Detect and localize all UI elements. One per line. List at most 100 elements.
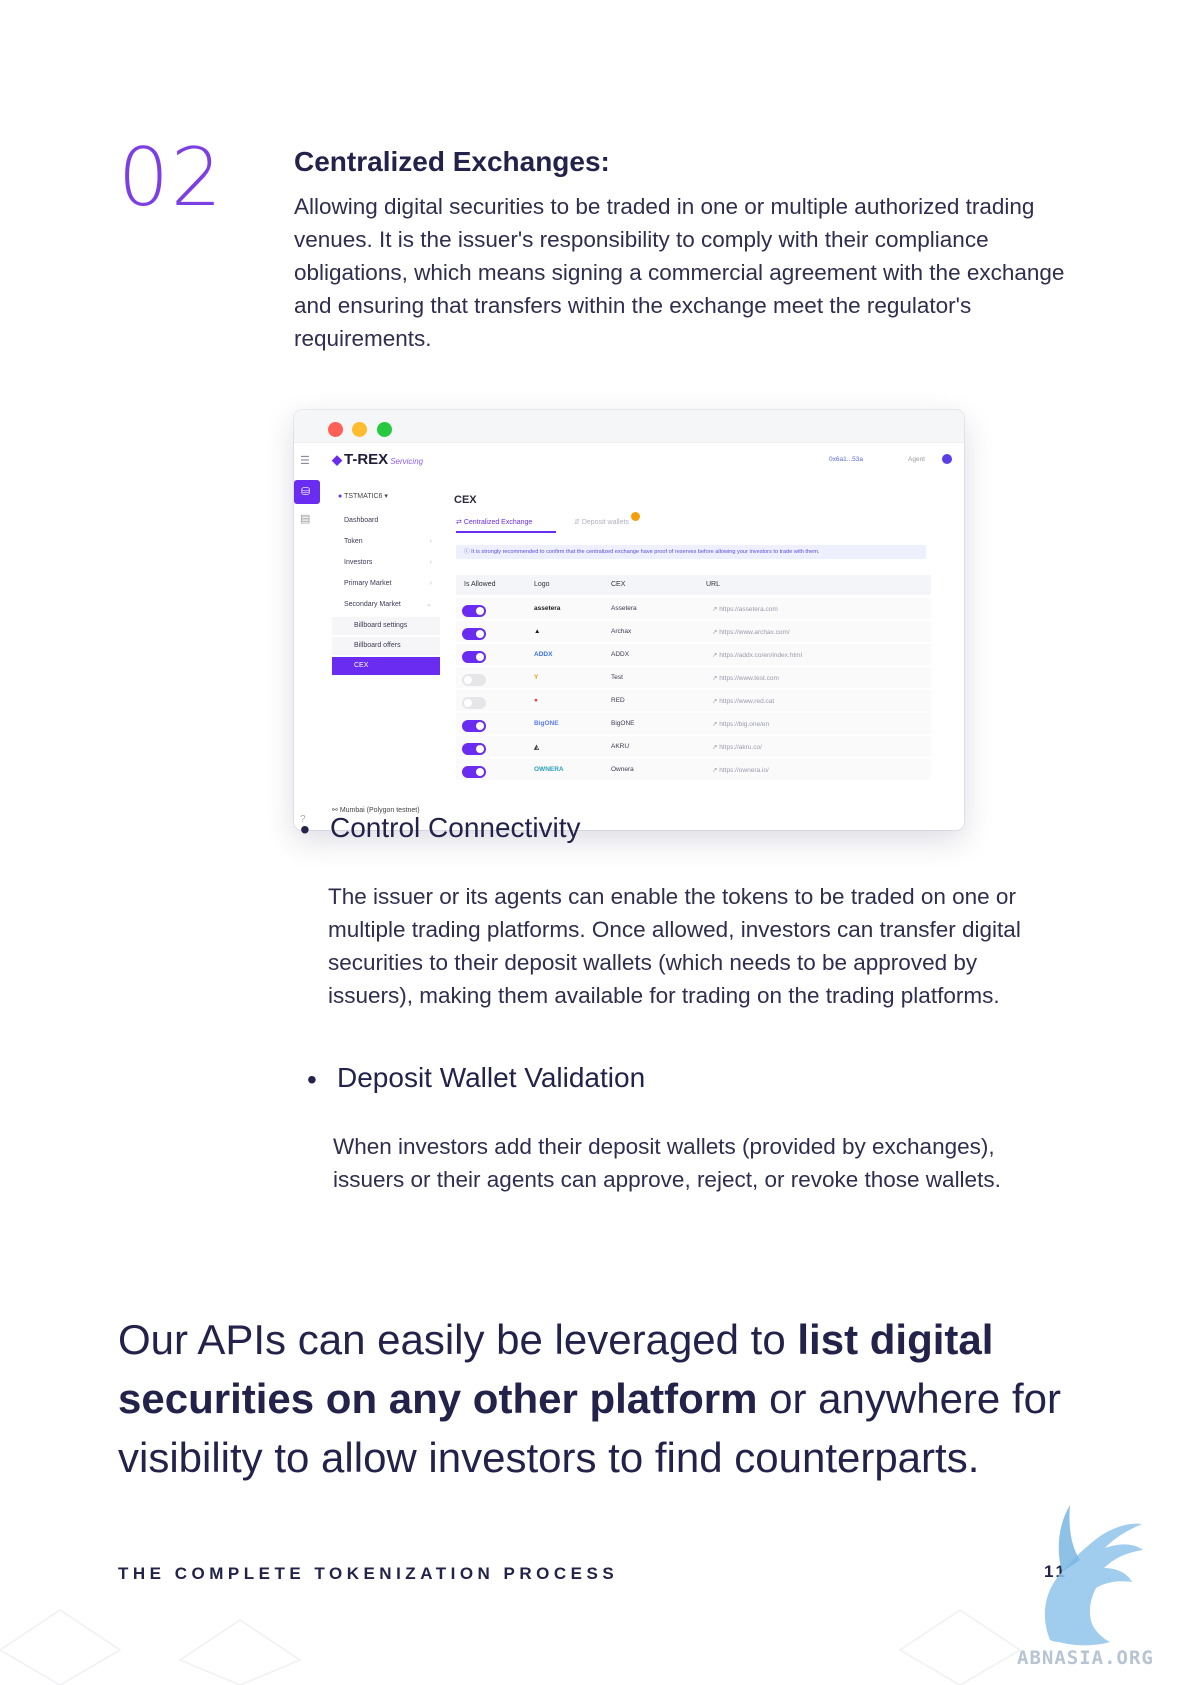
bullet-title: Control Connectivity [330,812,581,843]
allowed-toggle[interactable] [462,720,486,732]
exchange-url[interactable]: ↗ https://www.test.com [712,674,779,682]
allowed-toggle[interactable] [462,743,486,755]
exchange-logo: Y [534,674,539,681]
token-selector-label: TSTMATIC6 [344,493,383,500]
allowed-toggle[interactable] [462,628,486,640]
exchange-url[interactable]: ↗ https://www.red.cat [712,697,774,705]
column-header: CEX [611,581,626,588]
sidebar-item-label: Investors [344,559,373,566]
token-selector[interactable]: ● TSTMATIC6 ▾ [338,492,388,500]
allowed-toggle[interactable] [462,651,486,663]
external-link-icon: ↗ [712,652,718,659]
section-number: 02 [118,131,224,224]
notification-badge [630,512,640,521]
sidebar-item-token[interactable]: Token › [332,533,440,551]
sidebar: ● TSTMATIC6 ▾ Dashboard Token › Investors… [322,472,440,830]
allowed-toggle[interactable] [462,605,486,617]
exchange-name: BigONE [611,720,635,727]
sidebar-item-label: Primary Market [344,580,392,587]
icon-rail: ⛁ ▤ ? [294,472,320,830]
exchange-url[interactable]: ↗ https://addx.co/en/index.html [712,651,802,659]
exchange-logo: ◭ [534,744,539,751]
tab-centralized-exchange[interactable]: ⇄ Centralized Exchange [456,518,556,533]
info-icon: ⓘ [464,549,470,555]
column-header: URL [706,581,721,588]
swap-icon: ⇄ [456,519,462,526]
table-row: BigONE BigONE ↗ https://big.one/en [456,713,931,734]
exchange-name: ADDX [611,651,630,658]
exchange-name: RED [611,697,625,704]
footer-label: THE COMPLETE TOKENIZATION PROCESS [118,1564,619,1583]
exchange-url[interactable]: ↗ https://akru.co/ [712,743,762,751]
exchange-url[interactable]: ↗ https://ownera.io/ [712,766,769,774]
watermark-bird-icon [1044,1505,1143,1646]
exchange-url-text: https://ownera.io/ [719,767,769,774]
closing-part1: Our APIs can easily be leveraged to [118,1316,798,1363]
minimize-window-dot[interactable] [352,422,367,437]
sidebar-item-label: CEX [354,662,369,669]
table-row: ▲ Archax ↗ https://www.archax.com/ [456,621,931,642]
external-link-icon: ↗ [712,721,718,728]
table-row: ● RED ↗ https://www.red.cat [456,690,931,711]
chevron-right-icon: › [429,538,432,545]
exchange-url-text: https://akru.co/ [719,744,762,751]
avatar[interactable] [942,454,952,464]
app-logo: ◆ T-REX Servicing [332,451,423,468]
exchange-url[interactable]: ↗ https://big.one/en [712,720,769,728]
bullet-dot: • [300,814,310,845]
exchange-name: Ownera [611,766,634,773]
tab-deposit-wallets[interactable]: ⇵ Deposit wallets [574,512,640,527]
app-topbar: ☰ ◆ T-REX Servicing 0x6a1...53a Agent [294,442,964,472]
external-link-icon: ↗ [712,629,718,636]
menu-icon[interactable]: ☰ [300,454,310,467]
exchange-url[interactable]: ↗ https://www.archax.com/ [712,628,790,636]
sidebar-item-primary-market[interactable]: Primary Market › [332,575,440,593]
chevron-right-icon: › [429,559,432,566]
sidebar-item-dashboard[interactable]: Dashboard [332,512,440,530]
sidebar-item-investors[interactable]: Investors › [332,554,440,572]
exchange-logo: assetera [534,605,561,612]
table-row: assetera Assetera ↗ https://assetera.com [456,598,931,619]
table-row: ◭ AKRU ↗ https://akru.co/ [456,736,931,757]
sidebar-item-label: Dashboard [344,517,379,524]
exchange-name: AKRU [611,743,630,750]
table-header: Is Allowed Logo CEX URL [456,575,931,595]
rail-token-button[interactable]: ⛁ [294,480,320,504]
section-body: Allowing digital securities to be traded… [294,194,1065,351]
close-window-dot[interactable] [328,422,343,437]
external-link-icon: ↗ [712,744,718,751]
exchange-url-text: https://www.red.cat [719,698,775,705]
agent-label[interactable]: Agent [908,456,925,463]
wallet-address[interactable]: 0x6a1...53a [829,456,863,463]
window-titlebar [294,410,964,443]
sidebar-item-billboard-settings[interactable]: Billboard settings [332,617,440,635]
bullet-body: The issuer or its agents can enable the … [328,884,1021,1008]
exchange-logo: ▲ [534,628,541,635]
bullet-dot: • [307,1064,317,1095]
store-icon[interactable]: ▤ [300,512,310,525]
allowed-toggle[interactable] [462,674,486,686]
exchange-name: Assetera [611,605,637,612]
exchange-url[interactable]: ↗ https://assetera.com [712,605,778,613]
allowed-toggle[interactable] [462,697,486,709]
sidebar-item-secondary-market[interactable]: Secondary Market ⌄ [332,596,440,614]
sidebar-item-label: Token [344,538,363,545]
exchange-name: Archax [611,628,632,635]
exchange-url-text: https://www.test.com [719,675,779,682]
bullet-title: Deposit Wallet Validation [337,1062,646,1093]
wallet-icon: ⇵ [574,519,580,526]
exchange-name: Test [611,674,623,681]
allowed-toggle[interactable] [462,766,486,778]
sidebar-item-billboard-offers[interactable]: Billboard offers [332,637,440,655]
closing-statement: Our APIs can easily be leveraged to list… [118,1310,1078,1487]
chevron-down-icon: ⌄ [426,601,432,608]
info-banner-text: It is strongly recommended to confirm th… [471,549,820,555]
sidebar-item-label: Billboard settings [354,622,408,629]
exchange-logo: ADDX [534,651,553,658]
sidebar-item-cex[interactable]: CEX [332,657,440,675]
exchange-logo: OWNERA [534,766,564,773]
exchange-url-text: https://assetera.com [719,606,778,613]
external-link-icon: ↗ [712,698,718,705]
external-link-icon: ↗ [712,606,718,613]
maximize-window-dot[interactable] [377,422,392,437]
